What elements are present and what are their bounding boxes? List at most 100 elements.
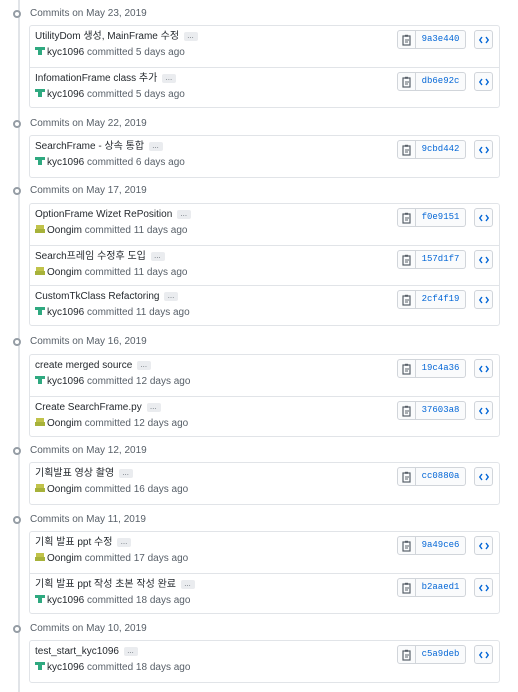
- avatar-icon[interactable]: [35, 552, 45, 562]
- expand-message-button[interactable]: …: [119, 468, 134, 478]
- commit-author-link[interactable]: kyc1096: [47, 47, 84, 58]
- browse-repo-button[interactable]: [474, 250, 493, 269]
- browse-repo-button[interactable]: [474, 536, 493, 555]
- commit-message-link[interactable]: test_start_kyc1096: [35, 646, 119, 657]
- copy-sha-button[interactable]: [397, 290, 416, 309]
- expand-message-button[interactable]: …: [137, 360, 152, 370]
- commit-sha-link[interactable]: cc0880a: [416, 467, 466, 486]
- commit-sha-link[interactable]: 157d1f7: [416, 250, 466, 269]
- browse-repo-button[interactable]: [474, 208, 493, 227]
- expand-message-button[interactable]: …: [162, 73, 177, 83]
- commit-author-link[interactable]: Oongim: [47, 418, 82, 429]
- commit-message-link[interactable]: 기획발표 영상 촬영: [35, 468, 114, 479]
- commit-title-line: CustomTkClass Refactoring …: [35, 290, 179, 304]
- commit-sha-link[interactable]: 2cf4f19: [416, 290, 466, 309]
- copy-sha-button[interactable]: [397, 250, 416, 269]
- browse-repo-button[interactable]: [474, 467, 493, 486]
- commit-sha-link[interactable]: f0e9151: [416, 208, 466, 227]
- copy-sha-button[interactable]: [397, 72, 416, 91]
- commit-author-link[interactable]: Oongim: [47, 553, 82, 564]
- browse-repo-button[interactable]: [474, 578, 493, 597]
- commit-author-link[interactable]: Oongim: [47, 267, 82, 278]
- copy-sha-button[interactable]: [397, 359, 416, 378]
- avatar-icon[interactable]: [35, 483, 45, 493]
- commit-message-link[interactable]: create merged source: [35, 360, 132, 371]
- commit-author-link[interactable]: kyc1096: [47, 376, 84, 387]
- commit-title-line: 기획 발표 ppt 수정 …: [35, 536, 132, 550]
- browse-repo-button[interactable]: [474, 359, 493, 378]
- browse-repo-button[interactable]: [474, 645, 493, 664]
- browse-repo-button[interactable]: [474, 140, 493, 159]
- commit-sha-link[interactable]: db6e92c: [416, 72, 466, 91]
- commit-message-link[interactable]: CustomTkClass Refactoring: [35, 291, 159, 302]
- avatar-icon[interactable]: [35, 156, 45, 166]
- commit-message-link[interactable]: 기획 발표 ppt 작성 초본 작성 완료: [35, 579, 176, 590]
- commit-author-link[interactable]: kyc1096: [47, 307, 84, 318]
- avatar-icon[interactable]: [35, 417, 45, 427]
- copy-sha-button[interactable]: [397, 30, 416, 49]
- avatar-icon[interactable]: [35, 306, 45, 316]
- commit-author-link[interactable]: kyc1096: [47, 157, 84, 168]
- commit-meta: kyc1096 committed 5 days ago: [35, 88, 185, 102]
- commit-author-link[interactable]: kyc1096: [47, 89, 84, 100]
- commit-author-link[interactable]: Oongim: [47, 484, 82, 495]
- expand-message-button[interactable]: …: [184, 31, 199, 41]
- commit-sha-link[interactable]: 37603a8: [416, 401, 466, 420]
- commit-group-header: Commits on May 16, 2019: [0, 334, 518, 352]
- avatar-icon[interactable]: [35, 88, 45, 98]
- expand-message-button[interactable]: …: [150, 251, 165, 261]
- commit-sha-link[interactable]: b2aaed1: [416, 578, 466, 597]
- browse-repo-button[interactable]: [474, 30, 493, 49]
- commit-meta: kyc1096 committed 18 days ago: [35, 594, 190, 608]
- expand-message-button[interactable]: …: [123, 646, 138, 656]
- commit-message-link[interactable]: Create SearchFrame.py: [35, 402, 142, 413]
- commit-message-link[interactable]: Search프레임 수정후 도입: [35, 251, 146, 262]
- commit-group-dot-icon: [13, 625, 21, 633]
- sha-button-group: 19c4a36: [397, 359, 466, 378]
- commit-time-text: committed 11 days ago: [84, 267, 188, 278]
- commit-time-text: committed 5 days ago: [87, 47, 185, 58]
- commit-author-link[interactable]: Oongim: [47, 225, 82, 236]
- commit-message-link[interactable]: 기획 발표 ppt 수정: [35, 537, 112, 548]
- expand-message-button[interactable]: …: [177, 209, 192, 219]
- expand-message-button[interactable]: …: [149, 141, 164, 151]
- commit-sha-link[interactable]: 19c4a36: [416, 359, 466, 378]
- copy-sha-button[interactable]: [397, 467, 416, 486]
- commit-time-text: committed 11 days ago: [87, 307, 190, 318]
- commit-message-link[interactable]: UtilityDom 생성, MainFrame 수정: [35, 31, 179, 42]
- commit-sha-link[interactable]: 9a3e440: [416, 30, 466, 49]
- avatar-icon[interactable]: [35, 375, 45, 385]
- avatar-icon[interactable]: [35, 594, 45, 604]
- avatar-icon[interactable]: [35, 661, 45, 671]
- expand-message-button[interactable]: …: [180, 579, 195, 589]
- avatar-icon[interactable]: [35, 46, 45, 56]
- commit-title-line: OptionFrame Wizet RePosition …: [35, 208, 192, 222]
- copy-sha-button[interactable]: [397, 536, 416, 555]
- commit-sha-link[interactable]: 9a49ce6: [416, 536, 466, 555]
- copy-sha-button[interactable]: [397, 578, 416, 597]
- avatar-icon[interactable]: [35, 266, 45, 276]
- clippy-icon: [402, 212, 411, 224]
- code-icon: [479, 651, 489, 659]
- commit-message-link[interactable]: SearchFrame - 상속 통합: [35, 141, 144, 152]
- copy-sha-button[interactable]: [397, 140, 416, 159]
- copy-sha-button[interactable]: [397, 645, 416, 664]
- expand-message-button[interactable]: …: [117, 537, 132, 547]
- browse-repo-button[interactable]: [474, 290, 493, 309]
- commit-sha-link[interactable]: c5a9deb: [416, 645, 466, 664]
- avatar-icon[interactable]: [35, 224, 45, 234]
- commit-group-header: Commits on May 10, 2019: [0, 621, 518, 639]
- commit-sha-link[interactable]: 9cbd442: [416, 140, 466, 159]
- copy-sha-button[interactable]: [397, 401, 416, 420]
- expand-message-button[interactable]: …: [164, 291, 179, 301]
- expand-message-button[interactable]: …: [146, 402, 161, 412]
- commit-message-link[interactable]: OptionFrame Wizet RePosition: [35, 209, 172, 220]
- commit-message-link[interactable]: InfomationFrame class 추가: [35, 73, 157, 84]
- sha-button-group: b2aaed1: [397, 578, 466, 597]
- code-icon: [479, 407, 489, 415]
- browse-repo-button[interactable]: [474, 72, 493, 91]
- browse-repo-button[interactable]: [474, 401, 493, 420]
- copy-sha-button[interactable]: [397, 208, 416, 227]
- commit-author-link[interactable]: kyc1096: [47, 595, 84, 606]
- commit-author-link[interactable]: kyc1096: [47, 662, 84, 673]
